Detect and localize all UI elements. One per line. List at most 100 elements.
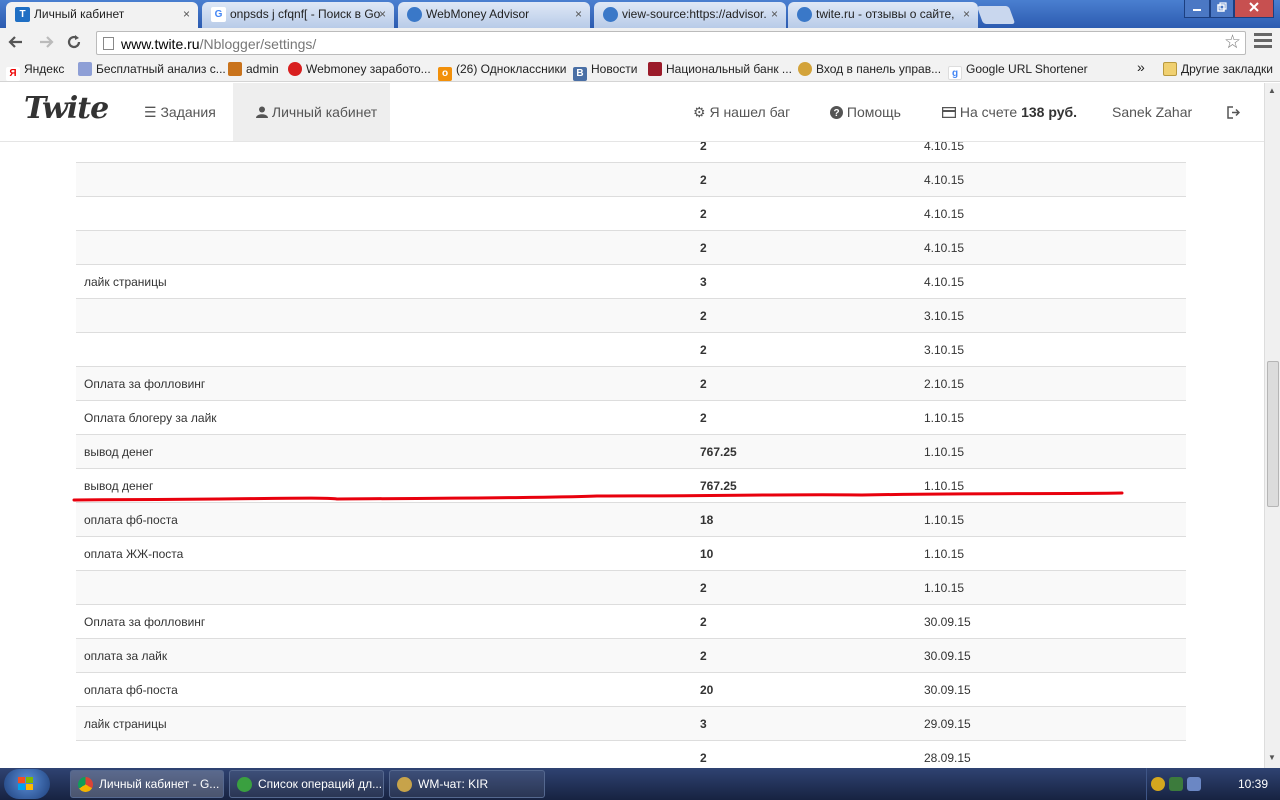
- network-tray-icon[interactable]: [1169, 777, 1183, 791]
- forward-button[interactable]: [36, 33, 56, 53]
- operations-table: 2 4.10.15 2 4.10.15 2 4.10.15 2 4.10.15 лайк стр…: [76, 142, 1186, 768]
- webmoney-icon: [288, 62, 302, 76]
- credit-card-icon: [941, 106, 957, 119]
- webmoney-keeper-icon: [397, 777, 412, 792]
- tab-title: view-source:https://advisor.: [622, 7, 767, 21]
- bookmarks-overflow-chevron-icon[interactable]: »: [1137, 59, 1145, 75]
- bank-icon: [648, 62, 662, 76]
- operation-amount: 2: [700, 376, 707, 391]
- operation-date: 1.10.15: [924, 410, 965, 425]
- scroll-down-arrow-icon[interactable]: ▼: [1268, 753, 1276, 762]
- table-row: 2 28.09.15: [76, 740, 1186, 769]
- table-row: вывод денег 767.25 1.10.15: [76, 468, 1186, 503]
- bookmark-label: admin: [246, 62, 279, 76]
- nav-found-bug[interactable]: ⚙ Я нашел баг: [693, 83, 790, 141]
- url-path: /Nblogger/settings/: [199, 36, 317, 52]
- back-arrow-icon: [8, 36, 22, 48]
- scrollbar-thumb[interactable]: [1267, 361, 1279, 507]
- tab-title: Личный кабинет: [34, 7, 125, 21]
- globe-favicon-icon: [797, 7, 812, 22]
- nav-balance[interactable]: На счете 138 руб.: [941, 83, 1077, 141]
- add-page-icon: [237, 777, 252, 792]
- taskbar-item-chrome[interactable]: Личный кабинет - G...: [70, 770, 224, 798]
- reload-icon: [67, 35, 81, 49]
- tab-close-icon[interactable]: ×: [575, 2, 582, 26]
- close-icon: [1249, 2, 1259, 12]
- table-row: вывод денег 767.25 1.10.15: [76, 434, 1186, 469]
- minimize-button[interactable]: [1184, 0, 1210, 18]
- scroll-up-arrow-icon[interactable]: ▲: [1268, 86, 1276, 95]
- bookmark-google-shortener[interactable]: g Google URL Shortener: [948, 62, 1088, 80]
- bookmark-panel[interactable]: Вход в панель управ...: [798, 62, 941, 76]
- table-row: оплата за лайк 2 30.09.15: [76, 638, 1186, 673]
- tab-google-search[interactable]: G onpsds j cfqnf[ - Поиск в Go ×: [202, 2, 394, 28]
- twite-logo[interactable]: Twite: [24, 91, 109, 126]
- clock[interactable]: 10:39: [1238, 777, 1268, 791]
- operation-description: вывод денег: [84, 478, 154, 493]
- tab-webmoney-advisor[interactable]: WebMoney Advisor ×: [398, 2, 590, 28]
- list-icon: ☰: [144, 104, 157, 120]
- address-bar[interactable]: www.twite.ru/Nblogger/settings/ ☆: [96, 31, 1246, 55]
- nav-tasks[interactable]: ☰ Задания: [132, 83, 228, 141]
- restore-button[interactable]: [1210, 0, 1234, 18]
- hamburger-menu-icon: [1254, 33, 1272, 48]
- taskbar-item-wm-chat[interactable]: WM-чат: KIR: [389, 770, 545, 798]
- operation-date: 1.10.15: [924, 478, 965, 493]
- nav-username[interactable]: Sanek Zahar: [1112, 83, 1192, 141]
- webmoney-tray-icon[interactable]: [1151, 777, 1165, 791]
- operation-amount: 2: [700, 648, 707, 663]
- tab-title: onpsds j cfqnf[ - Поиск в Go: [230, 7, 381, 21]
- operation-date: 4.10.15: [924, 206, 965, 221]
- bookmark-star-icon[interactable]: ☆: [1224, 32, 1241, 54]
- operation-date: 4.10.15: [924, 274, 965, 289]
- operation-description: оплата за лайк: [84, 648, 168, 663]
- page-scrollbar[interactable]: ▲ ▼: [1264, 83, 1280, 768]
- start-button[interactable]: [4, 769, 50, 799]
- table-row: 2 4.10.15: [76, 196, 1186, 231]
- operation-amount: 767.25: [700, 444, 737, 459]
- operation-date: 4.10.15: [924, 172, 965, 187]
- operation-amount: 2: [700, 240, 707, 255]
- tab-close-icon[interactable]: ×: [379, 2, 386, 26]
- nav-help[interactable]: ? Помощь: [830, 83, 901, 141]
- nav-personal-cabinet[interactable]: Личный кабинет: [233, 83, 390, 141]
- bookmark-natsbank[interactable]: Национальный банк ...: [648, 62, 792, 76]
- tab-view-source[interactable]: view-source:https://advisor. ×: [594, 2, 786, 28]
- logout-button[interactable]: [1227, 83, 1241, 141]
- taskbar-item-label: WM-чат: KIR: [418, 777, 489, 791]
- chrome-menu-button[interactable]: [1254, 33, 1272, 51]
- bookmark-webmoney[interactable]: Webmoney заработо...: [288, 62, 431, 76]
- volume-tray-icon[interactable]: [1187, 777, 1201, 791]
- close-window-button[interactable]: [1234, 0, 1274, 18]
- taskbar-item-operations[interactable]: Список операций дл...: [229, 770, 384, 798]
- table-row: Оплата за фолловинг 2 30.09.15: [76, 604, 1186, 639]
- balance-label: На счете: [959, 104, 1018, 120]
- tab-twite-reviews[interactable]: twite.ru - отзывы о сайте, ×: [788, 2, 978, 28]
- bookmark-label: Бесплатный анализ с...: [96, 62, 226, 76]
- tab-close-icon[interactable]: ×: [183, 2, 190, 26]
- back-button[interactable]: [6, 33, 26, 53]
- site-header: Twite ☰ Задания Личный кабинет ⚙ Я нашел…: [0, 83, 1264, 142]
- tab-close-icon[interactable]: ×: [963, 2, 970, 26]
- operation-description: [76, 333, 692, 367]
- tab-lichnyi-kabinet[interactable]: T Личный кабинет ×: [6, 2, 198, 28]
- bookmark-novosti[interactable]: B Новости: [573, 62, 637, 81]
- bookmark-label: Вход в панель управ...: [816, 62, 942, 76]
- operation-description: [76, 741, 692, 769]
- bookmark-odnoklassniki[interactable]: o (26) Одноклассники: [438, 62, 566, 81]
- reload-button[interactable]: [64, 33, 84, 53]
- table-row: Оплата за фолловинг 2 2.10.15: [76, 366, 1186, 401]
- bookmark-yandex[interactable]: Я Яндекс: [6, 62, 64, 81]
- tab-close-icon[interactable]: ×: [771, 2, 778, 26]
- operation-description: [76, 142, 692, 163]
- new-tab-button[interactable]: [976, 6, 1016, 24]
- bookmark-admin[interactable]: admin: [228, 62, 279, 76]
- bookmarks-bar: Я Яндекс Бесплатный анализ с... admin Web…: [0, 58, 1280, 82]
- nav-label: Я нашел баг: [709, 104, 791, 120]
- url-text[interactable]: www.twite.ru/Nblogger/settings/: [121, 36, 316, 52]
- bookmark-analysis[interactable]: Бесплатный анализ с...: [78, 62, 226, 76]
- operations-table-body: 2 4.10.15 2 4.10.15 2 4.10.15 2 4.10.15 лайк стр…: [76, 142, 1186, 768]
- other-bookmarks[interactable]: Другие закладки: [1163, 62, 1273, 76]
- odnoklassniki-icon: o: [438, 67, 452, 81]
- question-circle-icon: ?: [830, 106, 843, 119]
